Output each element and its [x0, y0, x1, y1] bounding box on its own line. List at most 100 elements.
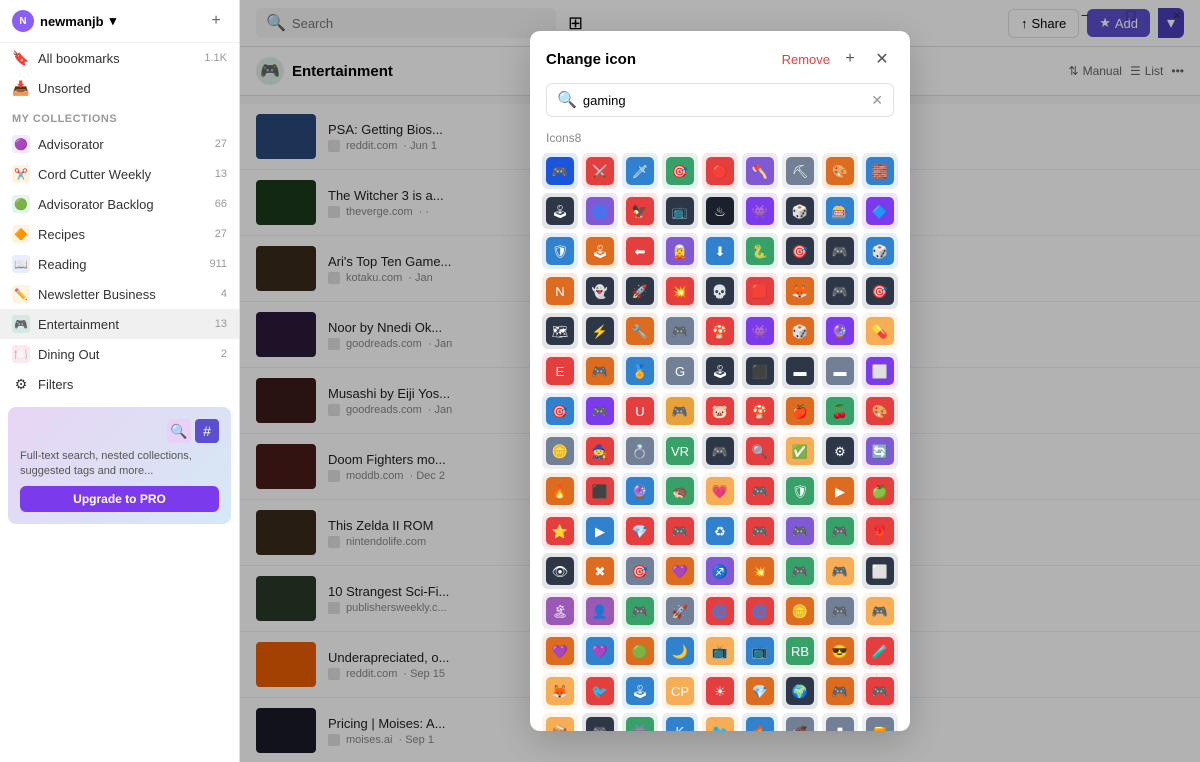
search-game-icon[interactable]: 💍	[622, 433, 658, 469]
ps5-blue-icon[interactable]: 🔷	[862, 193, 898, 229]
mushroom-icon[interactable]: 🎮	[662, 393, 698, 429]
xbox2-icon[interactable]: 💜	[662, 553, 698, 589]
lb-icon[interactable]: 🔫	[862, 713, 898, 731]
circle-icon[interactable]: 🔴	[702, 153, 738, 189]
gamepad2-icon[interactable]: 🕹	[542, 193, 578, 229]
game5-icon[interactable]: ▶	[582, 513, 618, 549]
game-char3-icon[interactable]: 🎨	[862, 393, 898, 429]
rb-icon[interactable]: 🪙	[782, 593, 818, 629]
coin3-icon[interactable]: 🐦	[702, 713, 738, 731]
fidget-icon[interactable]: 🎮	[782, 553, 818, 589]
cat-icon[interactable]: 🎮	[582, 713, 618, 731]
sword-icon[interactable]: 🗡	[622, 153, 658, 189]
console3-icon[interactable]: ▬	[822, 353, 858, 389]
overwatch-icon[interactable]: 🔄	[862, 433, 898, 469]
planet-icon[interactable]: RB	[782, 633, 818, 669]
twitch2-icon[interactable]: 👤	[582, 593, 618, 629]
sidebar-add-button[interactable]: +	[205, 10, 227, 32]
flask-icon[interactable]: 🎮	[862, 593, 898, 629]
play-game-icon[interactable]: 🦔	[662, 473, 698, 509]
mario-icon[interactable]: 🍄	[702, 313, 738, 349]
arrow-block-icon[interactable]: ⬅	[622, 233, 658, 269]
ps3-icon[interactable]: 🎯	[862, 273, 898, 309]
sidebar-item-newsletter-business[interactable]: ✏️ Newsletter Business 4	[0, 279, 239, 309]
gameboy-icon[interactable]: 🎮	[662, 313, 698, 349]
sidebar-user[interactable]: N newmanjb ▾	[12, 10, 116, 32]
shield-star-icon[interactable]: 🛡	[542, 233, 578, 269]
game9-icon[interactable]: 🎮	[862, 673, 898, 709]
sonic-icon[interactable]: 🔥	[542, 473, 578, 509]
boar-icon[interactable]: 💎	[742, 673, 778, 709]
console-icon[interactable]: 📺	[662, 193, 698, 229]
pallet-icon[interactable]: 🍎	[782, 393, 818, 429]
steam-icon[interactable]: ♨	[702, 193, 738, 229]
twitch4-icon[interactable]: 🌀	[742, 593, 778, 629]
burst-icon[interactable]: 🦞	[862, 513, 898, 549]
joystick-icon[interactable]: 🕹	[582, 233, 618, 269]
game7-icon[interactable]: 😎	[822, 633, 858, 669]
console2-icon[interactable]: 🕹	[702, 353, 738, 389]
ps4-icon[interactable]: 🎯	[542, 393, 578, 429]
k-icon[interactable]: 🕹	[622, 673, 658, 709]
r-icon[interactable]: 🔥	[742, 713, 778, 731]
pig-icon[interactable]: U	[622, 393, 658, 429]
x-mark-icon[interactable]: ♻	[702, 513, 738, 549]
pokemon-icon[interactable]: ⚡	[582, 313, 618, 349]
epic-icon[interactable]: 🎮	[822, 273, 858, 309]
itchio-icon[interactable]: 🎲	[782, 193, 818, 229]
xbox-icon[interactable]: VR	[662, 433, 698, 469]
scatter-icon[interactable]: 🎮	[742, 473, 778, 509]
spin-icon[interactable]: ⭐	[542, 513, 578, 549]
ultraviolet-icon[interactable]: 🔮	[822, 313, 858, 349]
apple2-icon[interactable]: 💗	[702, 473, 738, 509]
twitch3-icon[interactable]: 🌀	[702, 593, 738, 629]
rocketleague-icon[interactable]: ♐	[702, 553, 738, 589]
bird2-icon[interactable]: CP	[662, 673, 698, 709]
gun-icon[interactable]: 🎮	[822, 673, 858, 709]
switch-icon[interactable]: 🟢	[622, 633, 658, 669]
roblox-icon[interactable]: 🟥	[742, 273, 778, 309]
stadia-icon[interactable]: 🎮	[622, 593, 658, 629]
bird-icon[interactable]: 💜	[582, 633, 618, 669]
bar1-icon[interactable]: ⬛	[742, 353, 778, 389]
among-icon[interactable]: 🐦	[582, 673, 618, 709]
twitch-icon[interactable]: 🏝	[542, 593, 578, 629]
island-icon[interactable]: ✖	[582, 553, 618, 589]
coin-icon[interactable]: 🍒	[822, 393, 858, 429]
diamond-icon[interactable]: 📺	[742, 633, 778, 669]
craft-icon[interactable]: 🔧	[622, 313, 658, 349]
bar2-icon[interactable]: ▬	[782, 353, 818, 389]
spinner-icon[interactable]: 🔍	[742, 433, 778, 469]
game-icon2[interactable]: 🎰	[822, 193, 858, 229]
doom-icon[interactable]: 💥	[662, 273, 698, 309]
cp-icon[interactable]: 🌙	[662, 633, 698, 669]
remove-icon-button[interactable]: Remove	[782, 52, 830, 67]
sidebar-item-all-bookmarks[interactable]: 🔖 All bookmarks 1.1K	[0, 43, 239, 73]
sun-icon[interactable]: 📺	[702, 633, 738, 669]
letter-e-icon[interactable]: E	[542, 353, 578, 389]
game3-icon[interactable]: 🎲	[862, 233, 898, 269]
play2-icon[interactable]: 🛡	[782, 473, 818, 509]
minecraft-icon[interactable]: 🧱	[862, 153, 898, 189]
controller5-icon[interactable]: K	[662, 713, 698, 731]
controller3-icon[interactable]: G	[662, 353, 698, 389]
square-icon[interactable]: 👁	[542, 553, 578, 589]
moon-game-icon[interactable]: 🚀	[662, 593, 698, 629]
color-wheel-icon[interactable]: 🎨	[822, 153, 858, 189]
fortnite-icon[interactable]: 👾	[742, 313, 778, 349]
chest-icon[interactable]: 🦊	[542, 673, 578, 709]
sidebar-item-entertainment[interactable]: 🎮 Entertainment 13	[0, 309, 239, 339]
sidebar-item-filters[interactable]: ⚙ Filters	[0, 369, 239, 399]
modal-search-clear-button[interactable]: ✕	[871, 92, 883, 109]
sidebar-item-unsorted[interactable]: 📥 Unsorted	[0, 73, 239, 103]
bars-icon[interactable]: 🌍	[782, 673, 818, 709]
trophy-icon[interactable]: 📦	[542, 713, 578, 731]
rt-icon[interactable]: 🐗	[782, 713, 818, 731]
skull-icon[interactable]: 💀	[702, 273, 738, 309]
game8-icon[interactable]: 🧪	[862, 633, 898, 669]
game4-icon[interactable]: 🍏	[862, 473, 898, 509]
fire2-icon[interactable]: ☀	[702, 673, 738, 709]
target3-icon[interactable]: 🎮	[742, 513, 778, 549]
badge-icon[interactable]: 🎮	[582, 353, 618, 389]
spinner2-icon[interactable]: 💥	[742, 553, 778, 589]
